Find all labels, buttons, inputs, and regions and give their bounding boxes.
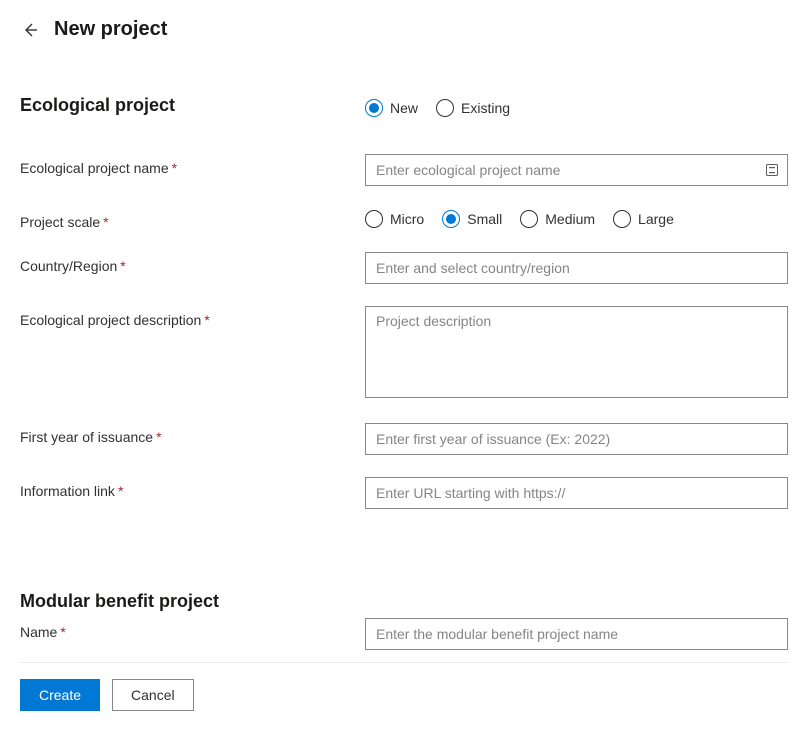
radio-icon [365,210,383,228]
ecological-name-input[interactable] [365,154,788,186]
required-asterisk: * [156,429,161,445]
info-link-input[interactable] [365,477,788,509]
first-year-input[interactable] [365,423,788,455]
project-type-new[interactable]: New [365,99,418,117]
ecological-name-label: Ecological project name [20,160,169,176]
page-title: New project [54,18,167,41]
required-asterisk: * [118,483,123,499]
required-asterisk: * [103,214,108,230]
scale-large[interactable]: Large [613,210,674,228]
radio-icon [613,210,631,228]
project-type-existing[interactable]: Existing [436,99,510,117]
project-type-radio-group: New Existing [365,99,788,117]
radio-icon [442,210,460,228]
country-region-label: Country/Region [20,258,117,274]
scale-micro[interactable]: Micro [365,210,424,228]
scale-small[interactable]: Small [442,210,502,228]
create-button[interactable]: Create [20,679,100,711]
radio-label: Large [638,211,674,227]
project-description-label: Ecological project description [20,312,201,328]
radio-label: Existing [461,100,510,116]
required-asterisk: * [172,160,177,176]
section-modular-title: Modular benefit project [20,591,788,612]
country-region-input[interactable] [365,252,788,284]
required-asterisk: * [120,258,125,274]
radio-label: New [390,100,418,116]
radio-label: Small [467,211,502,227]
radio-icon [436,99,454,117]
cancel-button[interactable]: Cancel [112,679,194,711]
back-icon[interactable] [20,20,40,40]
required-asterisk: * [60,624,65,640]
scale-medium[interactable]: Medium [520,210,595,228]
radio-icon [365,99,383,117]
project-description-textarea[interactable] [365,306,788,398]
info-link-label: Information link [20,483,115,499]
project-scale-radio-group: Micro Small Medium Large [365,210,788,228]
project-scale-label: Project scale [20,214,100,230]
radio-icon [520,210,538,228]
first-year-label: First year of issuance [20,429,153,445]
radio-label: Medium [545,211,595,227]
card-icon [764,162,780,178]
section-ecological-title: Ecological project [20,95,365,116]
required-asterisk: * [204,312,209,328]
modular-name-input[interactable] [365,618,788,650]
modular-name-label: Name [20,624,57,640]
radio-label: Micro [390,211,424,227]
